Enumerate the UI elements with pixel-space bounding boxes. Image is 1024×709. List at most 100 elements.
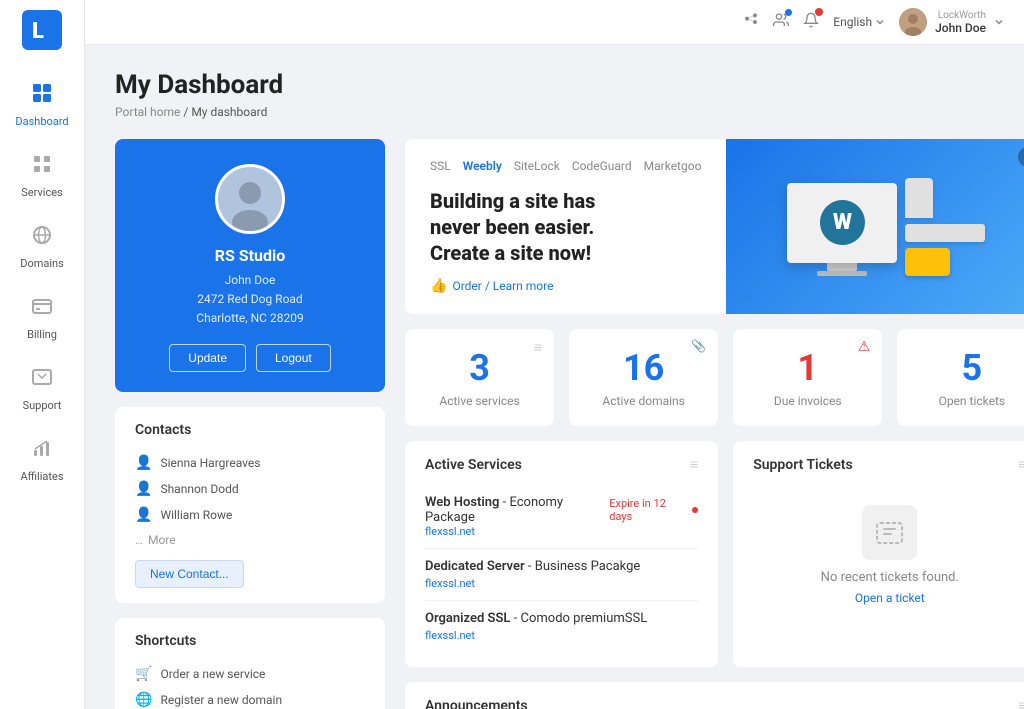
banner-tabs: SSL Weebly SiteLock CodeGuard Marketgoo	[430, 159, 701, 173]
update-button[interactable]: Update	[169, 344, 246, 372]
topbar: English LockWorth John Doe	[85, 0, 1024, 45]
dashboard-grid: RS Studio John Doe 2472 Red Dog Road Cha…	[115, 139, 994, 709]
sidebar-item-affiliates[interactable]: Affiliates	[0, 424, 84, 495]
logout-button[interactable]: Logout	[256, 344, 331, 372]
domains-icon	[30, 223, 54, 253]
stat-label: Active services	[439, 394, 519, 408]
open-ticket-link[interactable]: Open a ticket	[855, 591, 925, 605]
stat-clip-icon[interactable]: 📎	[691, 339, 706, 353]
stat-card-tickets: ≡ 5 Open tickets	[897, 329, 1024, 426]
card	[905, 248, 950, 276]
card-menu-icon[interactable]: ≡	[1018, 697, 1024, 709]
support-tickets-card: Support Tickets ≡ No recent tickets foun…	[733, 441, 1024, 667]
sidebar-item-domains[interactable]: Domains	[0, 211, 84, 282]
shortcut-order[interactable]: 🛒 Order a new service	[135, 661, 365, 687]
stat-label: Open tickets	[939, 394, 1006, 408]
app-logo[interactable]: L	[22, 10, 62, 54]
breadcrumb-home[interactable]: Portal home	[115, 105, 180, 119]
contacts-section: Contacts 👤 Sienna Hargreaves 👤 Shannon D…	[115, 407, 385, 603]
stat-alert-icon[interactable]: ⚠	[858, 339, 871, 355]
banner-tab-sitelock[interactable]: SiteLock	[514, 159, 560, 173]
user-text: LockWorth John Doe	[935, 10, 986, 35]
bottom-row: Active Services ≡ Web Hosting - Economy …	[405, 441, 1024, 667]
service-package: - Business Pacakge	[525, 559, 641, 574]
banner-illustration: ✕ W	[726, 139, 1024, 314]
announcements-title: Announcements	[425, 698, 528, 709]
main-wrapper: English LockWorth John Doe	[85, 0, 1024, 709]
cylinder	[905, 178, 933, 218]
contact-name: Sienna Hargreaves	[160, 456, 260, 470]
sidebar-item-billing[interactable]: Billing	[0, 282, 84, 353]
service-name-bold: Organized SSL	[425, 611, 510, 626]
stat-card-domains: 📎 16 Active domains	[569, 329, 718, 426]
contact-name: William Rowe	[160, 508, 232, 522]
left-column: RS Studio John Doe 2472 Red Dog Road Cha…	[115, 139, 385, 709]
banner-headline: Building a site has never been easier. C…	[430, 188, 650, 266]
stat-number: 1	[797, 347, 818, 389]
monitor: W	[787, 183, 897, 263]
card-header: Active Services ≡	[425, 456, 698, 473]
card-menu-icon[interactable]: ≡	[690, 456, 698, 473]
service-link[interactable]: flexssl.net	[425, 525, 698, 538]
contacts-more-link[interactable]: … More	[135, 528, 365, 552]
users-icon[interactable]	[773, 12, 789, 32]
expire-dot	[692, 507, 698, 513]
card-menu-icon[interactable]: ≡	[1018, 456, 1024, 473]
contact-item[interactable]: 👤 William Rowe	[135, 502, 365, 528]
card-header: Support Tickets ≡	[753, 456, 1024, 473]
sidebar-item-label: Affiliates	[20, 470, 63, 483]
user-company: LockWorth	[935, 10, 986, 21]
new-contact-button[interactable]: New Contact...	[135, 560, 244, 588]
content: My Dashboard Portal home / My dashboard	[85, 45, 1024, 709]
keyboard	[905, 224, 985, 242]
profile-detail: John Doe 2472 Red Dog Road Charlotte, NC…	[196, 271, 303, 329]
sidebar: L Dashboard Services	[0, 0, 85, 709]
contact-icon: 👤	[135, 507, 152, 523]
profile-actions: Update Logout	[169, 344, 330, 372]
monitor-base	[817, 271, 867, 276]
shortcut-domain[interactable]: 🌐 Register a new domain	[135, 687, 365, 709]
notification-icon[interactable]	[803, 12, 819, 32]
banner-link[interactable]: 👍 Order / Learn more	[430, 278, 701, 294]
stats-row: ≡ 3 Active services 📎 16 Active domains …	[405, 329, 1024, 426]
banner-tab-ssl[interactable]: SSL	[430, 159, 451, 173]
shortcut-label: Order a new service	[160, 667, 265, 681]
chevron-down-icon	[994, 17, 1004, 27]
service-name-bold: Dedicated Server	[425, 559, 525, 574]
profile-card: RS Studio John Doe 2472 Red Dog Road Cha…	[115, 139, 385, 392]
sidebar-item-support[interactable]: Support	[0, 353, 84, 424]
profile-avatar	[215, 164, 285, 234]
no-tickets-text: No recent tickets found.	[821, 570, 959, 585]
banner-tab-codeguard[interactable]: CodeGuard	[572, 159, 632, 173]
stat-menu-icon[interactable]: ≡	[534, 339, 542, 356]
profile-name: John Doe	[196, 271, 303, 290]
contact-name: Shannon Dodd	[160, 482, 238, 496]
topbar-icons: English LockWorth John Doe	[743, 8, 1004, 36]
banner-left: SSL Weebly SiteLock CodeGuard Marketgoo …	[405, 139, 726, 314]
banner-tab-marketgoo[interactable]: Marketgoo	[644, 159, 702, 173]
expire-text: Expire in 12 days	[609, 497, 688, 523]
profile-company: RS Studio	[215, 246, 286, 265]
wp-illustration: W	[772, 163, 1000, 291]
share-icon[interactable]	[743, 12, 759, 32]
contact-item[interactable]: 👤 Sienna Hargreaves	[135, 450, 365, 476]
language-selector[interactable]: English	[833, 15, 885, 29]
small-items	[905, 178, 985, 276]
service-link[interactable]: flexssl.net	[425, 629, 698, 642]
banner-close-button[interactable]: ✕	[1018, 147, 1024, 167]
contact-item[interactable]: 👤 Shannon Dodd	[135, 476, 365, 502]
dashboard-icon	[30, 81, 54, 111]
monitor-stand	[827, 263, 857, 271]
user-menu[interactable]: LockWorth John Doe	[899, 8, 1004, 36]
stat-number: 16	[623, 347, 664, 389]
breadcrumb-current: My dashboard	[191, 105, 267, 119]
banner-tab-weebly[interactable]: Weebly	[463, 159, 502, 173]
sidebar-item-dashboard[interactable]: Dashboard	[0, 69, 84, 140]
service-package: - Comodo premiumSSL	[510, 611, 647, 626]
service-link[interactable]: flexssl.net	[425, 577, 698, 590]
monitor-wrapper: W	[787, 183, 897, 276]
breadcrumb: Portal home / My dashboard	[115, 105, 994, 119]
right-column: SSL Weebly SiteLock CodeGuard Marketgoo …	[405, 139, 1024, 709]
sidebar-item-services[interactable]: Services	[0, 140, 84, 211]
svg-text:L: L	[32, 19, 44, 44]
